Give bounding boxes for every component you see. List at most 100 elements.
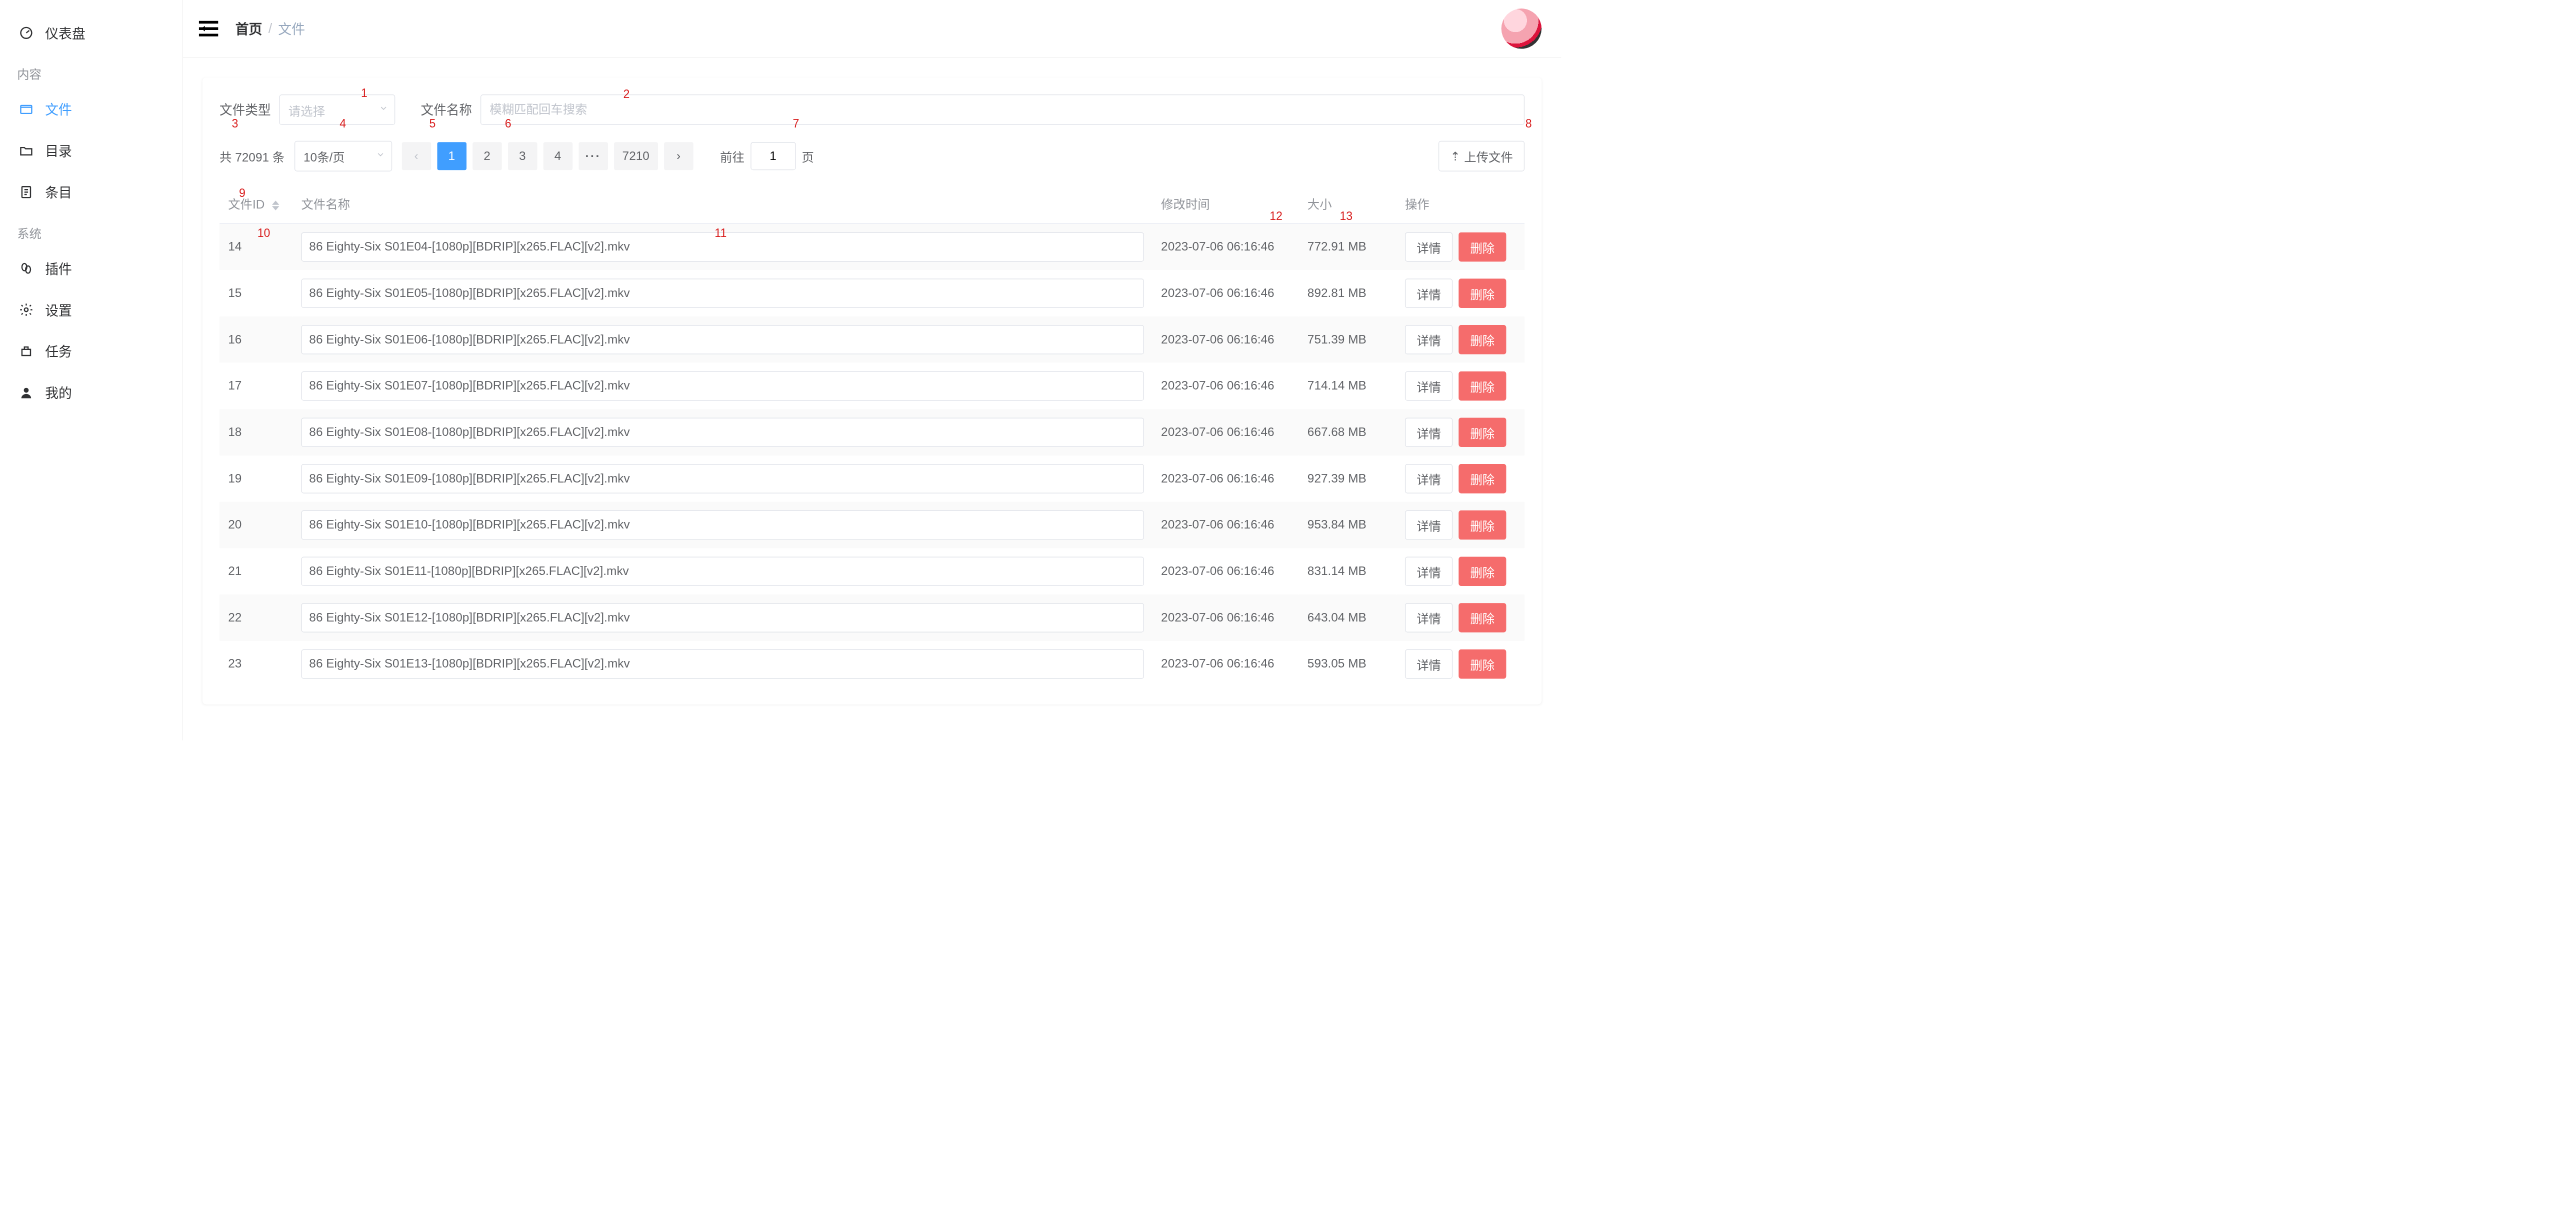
filter-type-label: 文件类型 <box>220 101 271 119</box>
jump-input[interactable] <box>751 142 796 170</box>
cell-id: 21 <box>220 548 293 594</box>
delete-button[interactable]: 删除 <box>1459 371 1507 400</box>
upload-button[interactable]: ⇡ 上传文件 <box>1439 141 1525 171</box>
table-row: 232023-07-06 06:16:46593.05 MB详情删除 <box>220 641 1525 687</box>
pager-page-2[interactable]: 2 <box>472 142 501 170</box>
delete-button[interactable]: 删除 <box>1459 510 1507 539</box>
file-name-input[interactable] <box>301 649 1144 678</box>
cell-size: 593.05 MB <box>1299 641 1397 687</box>
cell-ops: 详情删除 <box>1396 595 1524 641</box>
delete-button[interactable]: 删除 <box>1459 603 1507 632</box>
cell-ops: 详情删除 <box>1396 363 1524 409</box>
cell-size: 892.81 MB <box>1299 270 1397 316</box>
cell-id: 17 <box>220 363 293 409</box>
breadcrumb-current[interactable]: 文件 <box>278 19 305 39</box>
filter-name-input[interactable] <box>481 95 1525 125</box>
col-mtime: 修改时间 <box>1153 184 1299 224</box>
detail-button[interactable]: 详情 <box>1405 418 1453 447</box>
pager-page-1[interactable]: 1 <box>437 142 466 170</box>
nav-files[interactable]: 文件 <box>0 88 182 129</box>
cell-id: 20 <box>220 502 293 548</box>
nav-settings[interactable]: 设置 <box>0 289 182 330</box>
cell-name <box>293 456 1153 502</box>
nav-directory[interactable]: 目录 <box>0 130 182 171</box>
table-row: 142023-07-06 06:16:46772.91 MB详情删除 <box>220 223 1525 270</box>
cell-mtime: 2023-07-06 06:16:46 <box>1153 502 1299 548</box>
file-name-input[interactable] <box>301 371 1144 400</box>
sidebar: 仪表盘 内容 文件 目录 条目 系统 插件 设置 任务 我的 <box>0 0 183 740</box>
sort-icon <box>272 200 279 210</box>
pager-page-4[interactable]: 4 <box>543 142 572 170</box>
filter-type-select[interactable]: 请选择 <box>279 95 395 125</box>
cell-ops: 详情删除 <box>1396 223 1524 270</box>
cell-mtime: 2023-07-06 06:16:46 <box>1153 595 1299 641</box>
pager-page-3[interactable]: 3 <box>508 142 537 170</box>
annot-8: 8 <box>1525 118 1531 131</box>
content: 1 2 3 4 5 6 7 8 9 10 11 12 13 文件类型 请选择 <box>183 58 1561 740</box>
cell-id: 15 <box>220 270 293 316</box>
file-name-input[interactable] <box>301 464 1144 493</box>
detail-button[interactable]: 详情 <box>1405 603 1453 632</box>
filter-row: 文件类型 请选择 文件名称 <box>220 95 1525 125</box>
pager-next[interactable]: › <box>664 142 693 170</box>
file-name-input[interactable] <box>301 557 1144 586</box>
file-name-input[interactable] <box>301 325 1144 354</box>
entries-icon <box>18 184 34 200</box>
dashboard-icon <box>18 25 34 41</box>
delete-button[interactable]: 删除 <box>1459 649 1507 678</box>
delete-button[interactable]: 删除 <box>1459 418 1507 447</box>
cell-id: 16 <box>220 316 293 362</box>
avatar[interactable] <box>1501 9 1541 49</box>
breadcrumb-home[interactable]: 首页 <box>235 19 262 39</box>
delete-button[interactable]: 删除 <box>1459 232 1507 261</box>
cell-mtime: 2023-07-06 06:16:46 <box>1153 363 1299 409</box>
nav-entries[interactable]: 条目 <box>0 171 182 212</box>
nav-directory-label: 目录 <box>45 141 72 161</box>
file-name-input[interactable] <box>301 510 1144 539</box>
table-row: 222023-07-06 06:16:46643.04 MB详情删除 <box>220 595 1525 641</box>
col-id[interactable]: 文件ID <box>220 184 293 224</box>
delete-button[interactable]: 删除 <box>1459 325 1507 354</box>
delete-button[interactable]: 删除 <box>1459 557 1507 586</box>
cell-name <box>293 363 1153 409</box>
nav-section-system: 系统 <box>0 213 182 248</box>
user-icon <box>18 385 34 401</box>
table-row: 212023-07-06 06:16:46831.14 MB详情删除 <box>220 548 1525 594</box>
detail-button[interactable]: 详情 <box>1405 464 1453 493</box>
nav-plugins[interactable]: 插件 <box>0 248 182 289</box>
detail-button[interactable]: 详情 <box>1405 649 1453 678</box>
nav-dashboard[interactable]: 仪表盘 <box>0 12 182 53</box>
cell-ops: 详情删除 <box>1396 270 1524 316</box>
detail-button[interactable]: 详情 <box>1405 557 1453 586</box>
page-size-select[interactable]: 10条/页 <box>294 141 392 171</box>
cell-ops: 详情删除 <box>1396 316 1524 362</box>
detail-button[interactable]: 详情 <box>1405 371 1453 400</box>
detail-button[interactable]: 详情 <box>1405 279 1453 308</box>
delete-button[interactable]: 删除 <box>1459 464 1507 493</box>
pager-last[interactable]: 7210 <box>614 142 658 170</box>
pager-more[interactable]: ··· <box>579 142 608 170</box>
cell-name <box>293 548 1153 594</box>
file-name-input[interactable] <box>301 418 1144 447</box>
filter-name-label: 文件名称 <box>421 101 472 119</box>
file-name-input[interactable] <box>301 279 1144 308</box>
plugins-icon <box>18 260 34 276</box>
detail-button[interactable]: 详情 <box>1405 510 1453 539</box>
detail-button[interactable]: 详情 <box>1405 232 1453 261</box>
table-row: 152023-07-06 06:16:46892.81 MB详情删除 <box>220 270 1525 316</box>
cell-name <box>293 502 1153 548</box>
nav-my[interactable]: 我的 <box>0 372 182 413</box>
file-name-input[interactable] <box>301 603 1144 632</box>
file-name-input[interactable] <box>301 232 1144 261</box>
folder-icon <box>18 101 34 117</box>
detail-button[interactable]: 详情 <box>1405 325 1453 354</box>
pager-prev[interactable]: ‹ <box>402 142 431 170</box>
delete-button[interactable]: 删除 <box>1459 279 1507 308</box>
nav-settings-label: 设置 <box>45 300 72 320</box>
cell-id: 14 <box>220 223 293 270</box>
cell-mtime: 2023-07-06 06:16:46 <box>1153 548 1299 594</box>
cell-mtime: 2023-07-06 06:16:46 <box>1153 641 1299 687</box>
sidebar-toggle[interactable] <box>198 18 220 40</box>
breadcrumb: 首页 / 文件 <box>235 19 305 39</box>
nav-tasks[interactable]: 任务 <box>0 331 182 372</box>
